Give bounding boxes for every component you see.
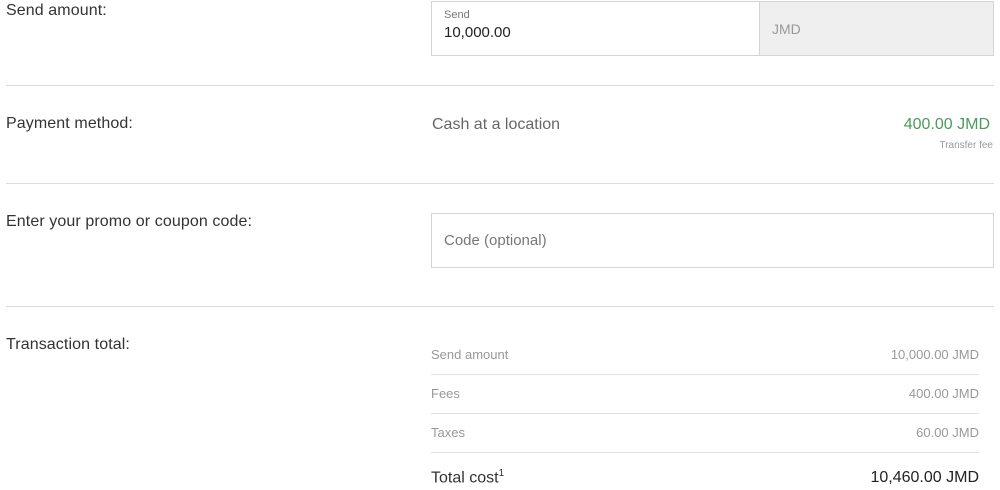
total-row-label: Taxes bbox=[431, 424, 465, 440]
send-amount-value[interactable]: 10,000.00 bbox=[444, 24, 747, 41]
send-amount-field[interactable]: Send 10,000.00 bbox=[432, 2, 760, 55]
total-row-value: 10,000.00 JMD bbox=[890, 346, 979, 362]
payment-method-value: Cash at a location bbox=[432, 116, 561, 133]
footnote-marker[interactable]: 1 bbox=[499, 468, 505, 479]
divider bbox=[6, 183, 994, 184]
total-row-taxes: Taxes 60.00 JMD bbox=[431, 423, 979, 441]
currency-display: JMD bbox=[760, 2, 993, 55]
transfer-fee-amount: 400.00 JMD bbox=[903, 116, 990, 133]
total-row-value: 400.00 JMD bbox=[908, 385, 979, 401]
send-amount-label: Send amount: bbox=[6, 2, 107, 19]
total-cost-row: Total cost1 10,460.00 JMD bbox=[431, 467, 979, 489]
divider bbox=[6, 85, 994, 86]
total-row-label: Fees bbox=[431, 385, 460, 401]
promo-code-label: Enter your promo or coupon code: bbox=[6, 213, 253, 230]
total-row-fees: Fees 400.00 JMD bbox=[431, 384, 979, 402]
send-field-label: Send bbox=[444, 9, 470, 21]
total-cost-label: Total cost1 bbox=[431, 468, 505, 487]
total-row-value: 60.00 JMD bbox=[916, 424, 979, 440]
transfer-fee-caption: Transfer fee bbox=[939, 140, 993, 151]
transaction-total-label: Transaction total: bbox=[6, 336, 130, 353]
divider bbox=[431, 452, 979, 453]
divider bbox=[431, 413, 979, 414]
total-row-send-amount: Send amount 10,000.00 JMD bbox=[431, 345, 979, 363]
promo-code-input[interactable] bbox=[431, 213, 994, 268]
payment-method-label: Payment method: bbox=[6, 115, 133, 132]
total-cost-value: 10,460.00 JMD bbox=[870, 469, 979, 486]
divider bbox=[6, 306, 994, 307]
divider bbox=[431, 374, 979, 375]
send-amount-group: Send 10,000.00 JMD bbox=[431, 1, 994, 56]
total-row-label: Send amount bbox=[431, 346, 509, 362]
